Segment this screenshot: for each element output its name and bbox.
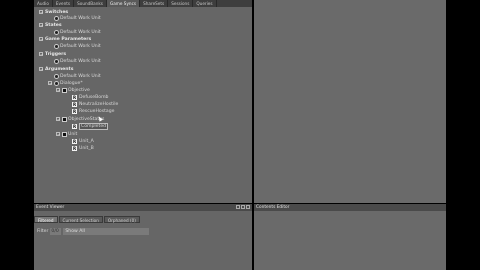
argument-value-icon: R [72,108,77,114]
tree-item-neutralizehostile[interactable]: R NeutralizeHostile [72,101,118,107]
collapse-icon[interactable]: − [56,117,60,122]
work-unit-icon [54,43,59,49]
work-unit-icon [54,58,59,64]
argument-icon [62,131,67,137]
collapse-icon[interactable]: − [39,67,43,72]
event-viewer-title: Event Viewer [36,205,65,210]
collapse-icon[interactable]: − [39,52,43,57]
work-unit-icon [54,73,59,79]
app-frame: Audio Events SoundBanks Game Syncs Share… [0,0,480,270]
tree-item-rescuehostage[interactable]: R RescueHostage [72,108,115,114]
tree-item-dialogue-folder[interactable]: − Dialogue* [48,80,83,86]
argument-icon [62,116,67,122]
argument-icon [62,87,67,93]
work-unit-icon [54,80,59,86]
tab-sharesets[interactable]: ShareSets [140,0,169,7]
contents-editor-title: Contents Editor [256,205,290,210]
argument-value-icon: R [72,138,77,144]
tree-item-switches-work-unit[interactable]: Default Work Unit [54,15,101,21]
collapse-icon[interactable]: − [39,23,43,28]
event-viewer-panel: Event Viewer Filtered Current Selection … [34,204,252,270]
tree-item-defusebomb[interactable]: R DefuseBomb [72,94,108,100]
argument-value-icon: R [72,94,77,100]
filter-label: Filter [37,229,49,234]
tree-item-states-work-unit[interactable]: Default Work Unit [54,29,101,35]
pin-icon[interactable] [236,205,240,209]
argument-value-icon: R [72,101,77,107]
tree-item-game-parameters-work-unit[interactable]: Default Work Unit [54,43,101,49]
tab-orphaned[interactable]: Orphaned (0) [103,216,140,223]
tab-current-selection[interactable]: Current Selection [58,216,103,223]
work-unit-icon [54,15,59,21]
tree-item-triggers-work-unit[interactable]: Default Work Unit [54,58,101,64]
tree-item-triggers[interactable]: − Triggers [39,51,66,57]
argument-value-icon: R [72,145,77,151]
tab-filtered[interactable]: Filtered [34,216,58,223]
tree-item-arguments[interactable]: − Arguments [39,66,73,72]
collapse-icon[interactable]: − [39,10,43,15]
tree-item-arguments-work-unit[interactable]: Default Work Unit [54,73,101,79]
argument-value-icon: R [72,123,77,129]
tree-item-completed[interactable]: R Completed [72,122,109,130]
tree-item-objective[interactable]: − Objective [56,87,90,93]
show-all-dropdown[interactable]: Show All [63,228,150,235]
project-explorer: Audio Events SoundBanks Game Syncs Share… [34,0,252,203]
tree-item-unit-a[interactable]: R Unit_A [72,138,94,144]
tab-sessions[interactable]: Sessions [168,0,194,7]
tab-audio[interactable]: Audio [34,0,53,7]
contents-editor-header: Contents Editor [254,204,446,211]
tab-soundbanks[interactable]: SoundBanks [74,0,107,7]
explorer-tabbar: Audio Events SoundBanks Game Syncs Share… [34,0,252,7]
maximize-icon[interactable] [241,205,245,209]
collapse-icon[interactable]: − [56,88,60,93]
collapse-icon[interactable]: − [56,132,60,137]
close-icon[interactable] [246,205,250,209]
collapse-icon[interactable]: − [48,81,52,86]
tab-game-syncs[interactable]: Game Syncs [106,0,141,7]
tab-events[interactable]: Events [53,0,75,7]
event-viewer-tabs: Filtered Current Selection Orphaned (0) [34,216,252,223]
filter-row: Filter 0/0 Show All [37,228,150,235]
filter-count-field[interactable]: 0/0 [50,228,62,235]
event-viewer-header: Event Viewer [34,204,252,211]
tab-queries[interactable]: Queries [193,0,217,7]
tree-item-unit[interactable]: − Unit [56,131,77,137]
contents-editor-panel: Contents Editor [254,204,446,270]
panel-window-controls [236,205,250,209]
tree-item-unit-b[interactable]: R Unit_B [72,145,94,151]
tree-item-states[interactable]: − States [39,22,62,28]
right-empty-panel [254,0,446,203]
tree-item-game-parameters[interactable]: − Game Parameters [39,36,91,42]
collapse-icon[interactable]: − [39,37,43,42]
work-unit-icon [54,29,59,35]
